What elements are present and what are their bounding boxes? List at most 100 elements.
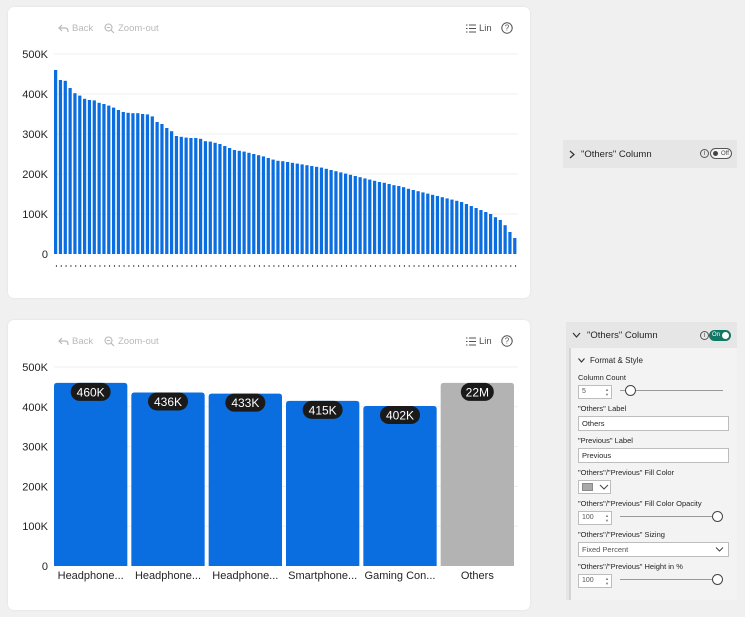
bar[interactable]	[155, 122, 159, 254]
bar[interactable]	[344, 173, 348, 254]
bar[interactable]	[257, 155, 261, 254]
bar[interactable]	[232, 150, 237, 254]
bar[interactable]	[329, 170, 333, 254]
bar[interactable]	[78, 95, 82, 254]
bar[interactable]	[484, 212, 488, 254]
bar[interactable]	[252, 154, 256, 254]
bar[interactable]	[411, 190, 415, 254]
bar[interactable]	[112, 107, 116, 254]
others-column-header[interactable]: "Others" Column i On	[566, 322, 737, 348]
bar[interactable]	[102, 104, 106, 254]
others-column-toggle[interactable]: On	[709, 330, 731, 341]
bar[interactable]	[440, 197, 444, 254]
bar[interactable]	[83, 98, 87, 254]
bar[interactable]	[402, 187, 406, 254]
bar[interactable]	[508, 232, 512, 254]
bar[interactable]	[503, 225, 507, 254]
bar[interactable]	[54, 70, 58, 254]
bar[interactable]	[387, 184, 391, 254]
column-count-slider[interactable]	[620, 384, 723, 398]
bar[interactable]	[87, 100, 92, 254]
bar[interactable]	[213, 142, 217, 254]
bar[interactable]	[189, 138, 193, 254]
bar[interactable]	[431, 194, 435, 254]
bar[interactable]	[305, 165, 309, 254]
bar[interactable]	[426, 193, 430, 254]
height-stepper[interactable]: 100 ▲ ▼	[578, 574, 612, 588]
bar[interactable]	[208, 141, 212, 254]
bar[interactable]	[397, 186, 401, 254]
bar[interactable]	[324, 168, 328, 254]
bar[interactable]	[92, 100, 96, 255]
bar[interactable]	[290, 162, 295, 254]
bar[interactable]	[450, 199, 454, 254]
slider-thumb[interactable]	[624, 385, 636, 396]
bar[interactable]	[406, 188, 411, 254]
bar[interactable]	[126, 112, 130, 254]
sizing-select[interactable]: Fixed Percent	[578, 542, 729, 557]
bar[interactable]	[421, 192, 425, 254]
bar[interactable]	[218, 144, 222, 254]
bar[interactable]	[353, 176, 357, 254]
bar[interactable]	[145, 114, 150, 255]
bar[interactable]	[247, 152, 251, 254]
bar[interactable]	[150, 116, 154, 255]
bar[interactable]	[363, 406, 437, 566]
bar[interactable]	[339, 172, 343, 254]
bar[interactable]	[136, 113, 140, 254]
bar[interactable]	[334, 171, 338, 254]
bar[interactable]	[498, 220, 502, 254]
bar[interactable]	[107, 105, 111, 254]
height-slider[interactable]	[620, 573, 723, 587]
bar[interactable]	[160, 124, 164, 254]
bar[interactable]	[223, 146, 227, 254]
bar[interactable]	[116, 110, 121, 254]
bar[interactable]	[445, 198, 449, 254]
bar[interactable]	[300, 164, 304, 254]
bar[interactable]	[513, 238, 517, 254]
bar[interactable]	[203, 141, 208, 254]
slider-thumb[interactable]	[712, 511, 723, 522]
slider-thumb[interactable]	[712, 574, 723, 585]
bar[interactable]	[199, 138, 203, 254]
bar[interactable]	[131, 113, 135, 254]
bar[interactable]	[179, 136, 183, 254]
bar[interactable]	[237, 150, 241, 254]
bar[interactable]	[368, 179, 372, 254]
bar[interactable]	[281, 161, 285, 254]
bar[interactable]	[286, 400, 360, 566]
others-column-toggle[interactable]: Off	[710, 148, 732, 159]
bar[interactable]	[469, 206, 473, 254]
opacity-stepper[interactable]: 100 ▲ ▼	[578, 511, 612, 525]
bar[interactable]	[392, 185, 396, 254]
bar[interactable]	[54, 382, 128, 566]
bar[interactable]	[464, 204, 469, 254]
bar[interactable]	[455, 200, 459, 254]
bar[interactable]	[242, 151, 246, 254]
others-bar[interactable]	[440, 382, 514, 566]
bar[interactable]	[363, 178, 367, 254]
bar[interactable]	[373, 180, 377, 254]
column-count-stepper[interactable]: 5 ▲ ▼	[578, 385, 612, 399]
bar[interactable]	[377, 182, 382, 254]
bar[interactable]	[348, 174, 353, 254]
bar[interactable]	[489, 214, 493, 254]
bar[interactable]	[174, 136, 179, 254]
bar[interactable]	[97, 102, 101, 254]
bar[interactable]	[276, 160, 280, 254]
bar[interactable]	[228, 148, 232, 254]
opacity-slider[interactable]	[620, 510, 723, 524]
bar[interactable]	[194, 138, 198, 254]
bar[interactable]	[208, 393, 282, 566]
bar[interactable]	[121, 112, 125, 254]
bar[interactable]	[165, 128, 169, 254]
bar[interactable]	[271, 159, 275, 254]
bar[interactable]	[58, 80, 63, 254]
bar[interactable]	[435, 196, 440, 254]
bar[interactable]	[319, 167, 324, 254]
bar[interactable]	[141, 114, 145, 254]
bar[interactable]	[295, 163, 299, 254]
bar[interactable]	[358, 177, 362, 254]
bar[interactable]	[382, 182, 386, 254]
bar[interactable]	[266, 158, 270, 254]
